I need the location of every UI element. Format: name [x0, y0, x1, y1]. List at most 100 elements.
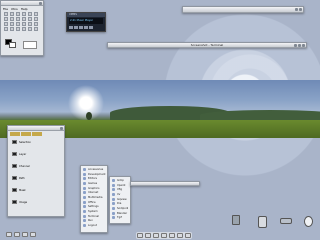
- list-item[interactable]: Layer: [12, 151, 60, 157]
- menu-xtns[interactable]: Xtns: [11, 7, 18, 11]
- airbrush-icon[interactable]: [10, 27, 14, 31]
- brush-icon[interactable]: [34, 22, 38, 26]
- menu-item-label: Development: [88, 172, 106, 176]
- measure-icon[interactable]: [10, 17, 14, 21]
- menu-item-label: Multimedia: [88, 195, 103, 199]
- menu-item-icon: [83, 177, 86, 181]
- zoom-icon[interactable]: [4, 17, 8, 21]
- small-window[interactable]: [130, 181, 200, 186]
- desktop-switch-icon[interactable]: [22, 232, 28, 237]
- crop-icon[interactable]: [22, 17, 26, 21]
- wide-window[interactable]: Screenshot - Terminal: [107, 42, 307, 48]
- list-item-label: Image: [19, 200, 28, 204]
- player-title[interactable]: XMMS: [67, 13, 105, 17]
- desktop-switch-icon[interactable]: [30, 232, 36, 237]
- menu-item-icon: [83, 219, 86, 223]
- flip-icon[interactable]: [34, 17, 38, 21]
- list-item[interactable]: Channel: [12, 163, 60, 169]
- menu-item-icon: [112, 192, 115, 196]
- bucket-icon[interactable]: [16, 22, 20, 26]
- layers-titlebar[interactable]: [8, 126, 64, 131]
- menu-item-label: Internet: [88, 191, 99, 195]
- harddisk-icon[interactable]: [258, 216, 267, 228]
- gradient-icon[interactable]: [22, 22, 26, 26]
- media-player: XMMS 2:41 Music Player: [66, 12, 106, 32]
- dock-icons: [228, 213, 318, 233]
- tab[interactable]: [10, 132, 20, 136]
- menu-item-icon: [83, 205, 86, 209]
- menu-item-icon: [112, 202, 115, 206]
- dodge-icon[interactable]: [28, 27, 32, 31]
- wide-window-titlebar[interactable]: Screenshot - Terminal: [108, 43, 306, 48]
- menu-item-icon: [112, 188, 115, 192]
- menu-item-icon: [83, 181, 86, 185]
- menu-file[interactable]: File: [3, 7, 8, 11]
- system-icon[interactable]: [280, 218, 292, 224]
- shaded-window-titlebar[interactable]: [183, 7, 303, 13]
- eraser-icon[interactable]: [4, 27, 8, 31]
- list-item[interactable]: Image: [12, 199, 60, 205]
- menu-help[interactable]: Help: [21, 7, 28, 11]
- rotate-icon[interactable]: [28, 17, 32, 21]
- desktop-switch-icon[interactable]: [14, 232, 20, 237]
- shaded-window[interactable]: [182, 6, 304, 13]
- music-icon[interactable]: [185, 233, 191, 238]
- prev-icon[interactable]: [69, 26, 73, 29]
- ink-icon[interactable]: [34, 27, 38, 31]
- clock-icon[interactable]: [304, 216, 313, 227]
- maximize-icon[interactable]: [298, 44, 301, 47]
- settings-icon[interactable]: [161, 233, 167, 238]
- tab[interactable]: [21, 132, 31, 136]
- pause-icon[interactable]: [79, 26, 83, 29]
- menu-item[interactable]: Tgif: [110, 216, 130, 221]
- trash-icon[interactable]: [232, 215, 240, 225]
- menu-item-label: Logout: [88, 224, 97, 228]
- tab[interactable]: [32, 132, 42, 136]
- mail-icon[interactable]: [177, 233, 183, 238]
- minimize-icon[interactable]: [295, 8, 298, 11]
- stop-icon[interactable]: [84, 26, 88, 29]
- scissors-icon[interactable]: [28, 12, 32, 16]
- close-icon[interactable]: [299, 8, 302, 11]
- menu-item-label: Gimp: [117, 178, 124, 182]
- list-item[interactable]: Mask: [12, 187, 60, 193]
- menu-item[interactable]: Logout: [81, 223, 107, 228]
- clone-icon[interactable]: [16, 27, 20, 31]
- magic-wand-icon[interactable]: [22, 12, 26, 16]
- menu-item-label: System: [88, 210, 98, 214]
- smudge-icon[interactable]: [22, 27, 26, 31]
- taskbar-left: [6, 232, 36, 237]
- minimize-icon[interactable]: [294, 44, 297, 47]
- select-ellipse-icon[interactable]: [10, 12, 14, 16]
- text-icon[interactable]: [4, 22, 8, 26]
- lasso-icon[interactable]: [16, 12, 20, 16]
- menu-item-icon: [112, 178, 115, 182]
- close-icon[interactable]: [302, 44, 305, 47]
- background-color[interactable]: [9, 42, 16, 48]
- file-manager-icon[interactable]: [153, 233, 159, 238]
- brush-preview[interactable]: [23, 41, 37, 49]
- start-menu: Accessories Development Editors Games Graphi…: [80, 165, 108, 233]
- pencil-icon[interactable]: [28, 22, 32, 26]
- close-icon[interactable]: [39, 2, 42, 5]
- menu-item-label: Accessories: [88, 167, 104, 171]
- small-window-titlebar[interactable]: [131, 182, 199, 186]
- list-item[interactable]: Selection: [12, 139, 60, 145]
- thumbnail-icon: [12, 164, 17, 168]
- move-icon[interactable]: [16, 17, 20, 21]
- terminal-icon[interactable]: [137, 233, 143, 238]
- toolbox-titlebar[interactable]: [1, 1, 43, 6]
- desktop-switch-icon[interactable]: [6, 232, 12, 237]
- editor-icon[interactable]: [169, 233, 175, 238]
- color-picker-icon[interactable]: [10, 22, 14, 26]
- list-item-label: Layer: [19, 152, 27, 156]
- next-icon[interactable]: [89, 26, 93, 29]
- paths-icon[interactable]: [34, 12, 38, 16]
- play-icon[interactable]: [74, 26, 78, 29]
- browser-icon[interactable]: [145, 233, 151, 238]
- menu-item-label: Run: [88, 219, 93, 223]
- color-swatches[interactable]: [5, 39, 17, 49]
- list-item[interactable]: Path: [12, 175, 60, 181]
- select-rect-icon[interactable]: [4, 12, 8, 16]
- close-icon[interactable]: [60, 127, 63, 130]
